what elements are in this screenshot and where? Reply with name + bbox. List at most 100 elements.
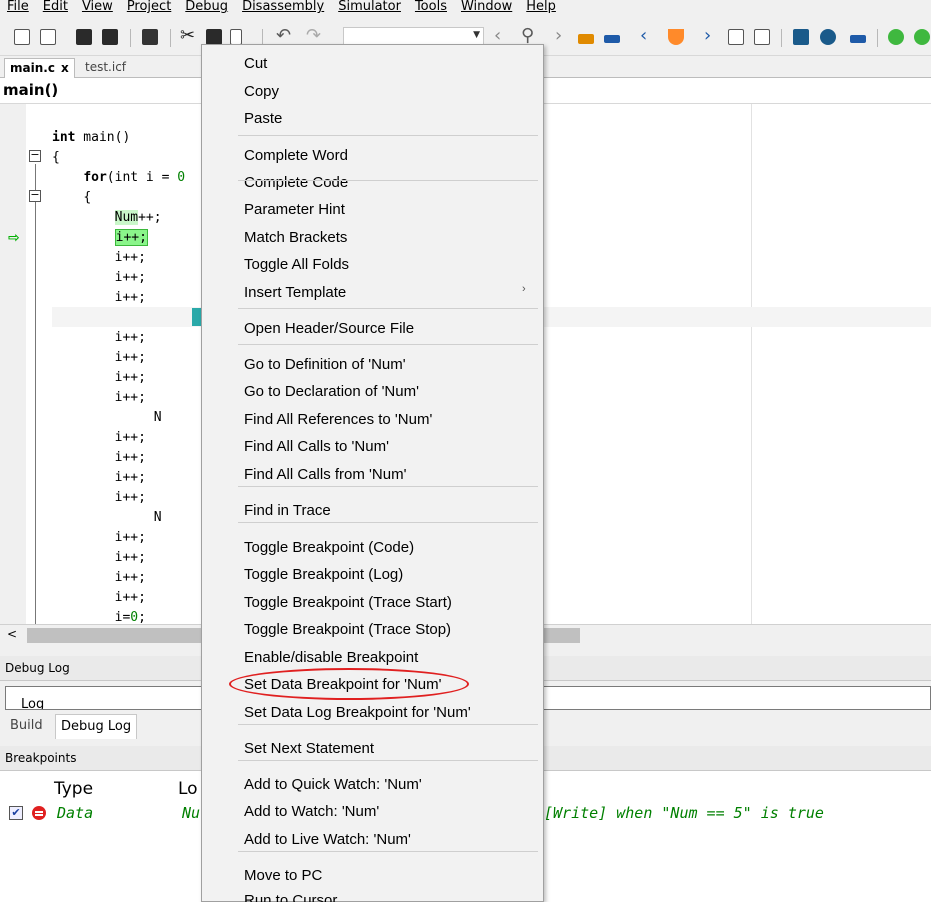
column-type[interactable]: Type — [54, 779, 93, 799]
reset-icon[interactable] — [888, 29, 904, 45]
save-all-icon[interactable] — [102, 29, 118, 45]
menu-edit[interactable]: Edit — [43, 0, 68, 13]
fold-toggle-icon[interactable]: − — [29, 189, 41, 202]
menu-item-add-quick-watch[interactable]: Add to Quick Watch: 'Num' — [244, 776, 422, 794]
tab-main-c[interactable]: main.c x — [4, 58, 75, 78]
toggle-breakpoint-icon[interactable] — [850, 35, 866, 43]
menu-item-toggle-bp-trace-stop[interactable]: Toggle Breakpoint (Trace Stop) — [244, 621, 451, 639]
breakpoint-gutter[interactable] — [0, 104, 26, 624]
print-icon[interactable] — [142, 29, 158, 45]
code-text: main() — [75, 130, 131, 145]
menu-item-move-to-pc[interactable]: Move to PC — [244, 867, 322, 885]
scroll-left-icon[interactable]: < — [7, 627, 17, 641]
code-text: i++; — [114, 530, 146, 545]
menu-item-set-next-statement[interactable]: Set Next Statement — [244, 740, 374, 758]
code-line: i++; — [52, 268, 185, 288]
nav-forward-icon[interactable]: › — [555, 25, 562, 47]
menu-item-set-data-log-breakpoint[interactable]: Set Data Log Breakpoint for 'Num' — [244, 704, 471, 722]
menu-item-find-all-references[interactable]: Find All References to 'Num' — [244, 411, 432, 429]
menu-view[interactable]: View — [82, 0, 113, 13]
menu-item-insert-template[interactable]: Insert Template — [244, 284, 346, 302]
fold-toggle-icon[interactable]: − — [29, 149, 41, 162]
tab-label: main.c — [10, 61, 55, 75]
menu-item-add-watch[interactable]: Add to Watch: 'Num' — [244, 803, 379, 821]
menu-window[interactable]: Window — [461, 0, 512, 13]
menu-item-match-brackets[interactable]: Match Brackets — [244, 229, 347, 247]
cut-icon[interactable]: ✂ — [180, 25, 195, 47]
menu-item-cut[interactable]: Cut — [244, 55, 267, 73]
menu-tools[interactable]: Tools — [415, 0, 447, 13]
menu-item-toggle-bp-log[interactable]: Toggle Breakpoint (Log) — [244, 566, 403, 584]
menu-separator — [238, 135, 538, 136]
next-bookmark-icon[interactable]: › — [704, 25, 711, 47]
menu-item-add-live-watch[interactable]: Add to Live Watch: 'Num' — [244, 831, 411, 849]
breakpoint-enabled-checkbox[interactable]: ✔ — [9, 806, 23, 820]
debug-icon[interactable] — [820, 29, 836, 45]
bp-condition: [Write] when "Num == 5" is true — [544, 804, 824, 822]
code-keyword: int — [52, 130, 76, 145]
code-text: i++; — [114, 390, 146, 405]
code-line: i++; — [52, 468, 185, 488]
goto-icon[interactable] — [604, 35, 620, 43]
code-line: { — [52, 148, 185, 168]
close-icon[interactable]: x — [61, 61, 69, 75]
menu-project[interactable]: Project — [127, 0, 171, 13]
menu-item-paste[interactable]: Paste — [244, 110, 282, 128]
menu-item-find-all-calls-to[interactable]: Find All Calls to 'Num' — [244, 438, 389, 456]
menu-separator — [238, 486, 538, 487]
tab-build[interactable]: Build — [5, 714, 48, 739]
menu-item-open-header-source[interactable]: Open Header/Source File — [244, 320, 414, 338]
menu-item-toggle-bp-trace-start[interactable]: Toggle Breakpoint (Trace Start) — [244, 594, 452, 612]
tab-test-icf[interactable]: test.icf — [80, 58, 131, 78]
menu-debug[interactable]: Debug — [185, 0, 228, 13]
menu-help[interactable]: Help — [526, 0, 556, 13]
code-current-statement: i++; — [114, 229, 148, 246]
open-file-icon[interactable] — [40, 29, 56, 45]
new-file-icon[interactable] — [14, 29, 30, 45]
menu-file[interactable]: File — [7, 0, 29, 13]
menu-item-enable-disable-bp[interactable]: Enable/disable Breakpoint — [244, 649, 418, 667]
code-line: i++; — [52, 348, 185, 368]
menu-item-toggle-bp-code[interactable]: Toggle Breakpoint (Code) — [244, 539, 414, 557]
paste-icon[interactable] — [230, 29, 242, 45]
copy-icon[interactable] — [206, 29, 222, 45]
bookmark-icon[interactable] — [668, 29, 684, 45]
code-text: N — [153, 510, 162, 525]
code-line: i++; — [52, 388, 185, 408]
menu-item-find-in-trace[interactable]: Find in Trace — [244, 502, 331, 520]
compile-icon[interactable] — [728, 29, 744, 45]
code-line: for(int i = 0 — [52, 168, 185, 188]
save-icon[interactable] — [76, 29, 92, 45]
menu-item-complete-word[interactable]: Complete Word — [244, 147, 348, 165]
bp-type: Data — [57, 804, 94, 822]
find-in-files-icon[interactable] — [578, 34, 594, 44]
code-text: i= — [114, 610, 131, 625]
code-line: i++; — [52, 568, 185, 588]
menu-item-parameter-hint[interactable]: Parameter Hint — [244, 201, 345, 219]
menu-disassembly[interactable]: Disassembly — [242, 0, 324, 13]
menu-item-go-to-definition[interactable]: Go to Definition of 'Num' — [244, 356, 406, 374]
menu-item-copy[interactable]: Copy — [244, 83, 279, 101]
menu-simulator[interactable]: Simulator — [338, 0, 401, 13]
download-icon[interactable] — [793, 29, 809, 45]
menu-item-complete-code[interactable]: Complete Code — [244, 174, 348, 192]
tab-debug-log[interactable]: Debug Log — [55, 714, 138, 739]
menu-separator — [238, 522, 538, 523]
go-icon[interactable] — [914, 29, 930, 45]
function-name: main() — [3, 81, 59, 99]
menu-item-go-to-declaration[interactable]: Go to Declaration of 'Num' — [244, 383, 419, 401]
code-text: i++; — [114, 370, 146, 385]
prev-bookmark-icon[interactable]: ‹ — [640, 25, 647, 47]
menu-item-toggle-all-folds[interactable]: Toggle All Folds — [244, 256, 349, 274]
menu-item-find-all-calls-from[interactable]: Find All Calls from 'Num' — [244, 466, 406, 484]
menu-item-run-to-cursor[interactable]: Run to Cursor — [244, 892, 337, 902]
chevron-down-icon[interactable]: ▼ — [473, 30, 480, 40]
code-line: i++; — [52, 328, 185, 348]
column-location[interactable]: Lo — [178, 779, 198, 799]
make-icon[interactable] — [754, 29, 770, 45]
